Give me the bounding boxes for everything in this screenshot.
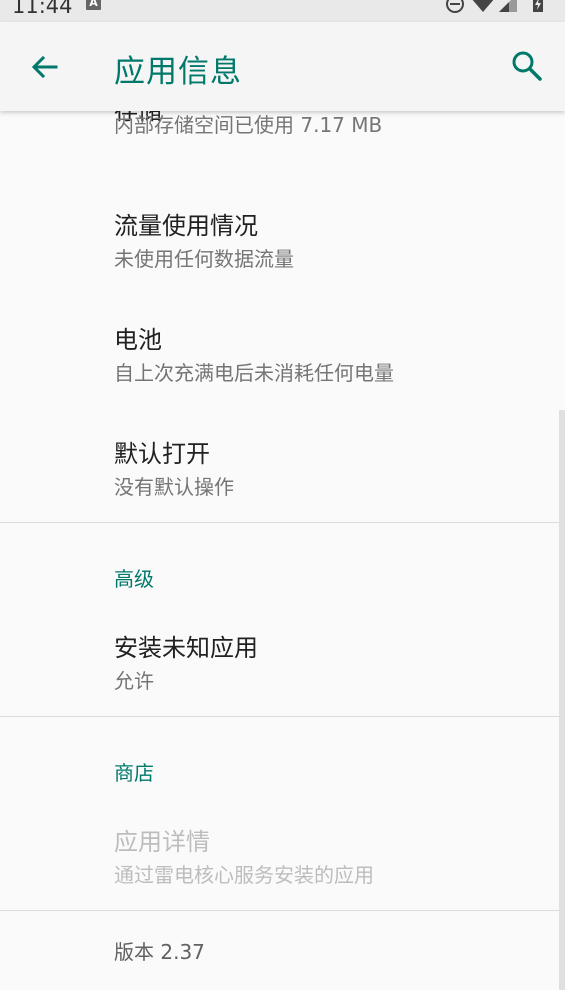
list-item-battery[interactable]: 电池 自上次充满电后未消耗任何电量 [0, 295, 565, 409]
list-item-app-details: 应用详情 通过雷电核心服务安装的应用 [0, 797, 565, 910]
item-subtitle: 内部存储空间已使用 7.17 MB [114, 113, 383, 137]
scrollbar[interactable] [559, 410, 565, 990]
app-bar: 应用信息 [0, 22, 565, 111]
list-item-open-by-default[interactable]: 默认打开 没有默认操作 [0, 409, 565, 523]
item-subtitle: 没有默认操作 [114, 475, 234, 499]
settings-list: 存储 内部存储空间已使用 7.17 MB 流量使用情况 未使用任何数据流量 电池… [0, 111, 565, 990]
list-item-storage[interactable]: 存储 内部存储空间已使用 7.17 MB [0, 111, 565, 161]
list-item-install-unknown-apps[interactable]: 安装未知应用 允许 [0, 603, 565, 716]
notification-a-icon: A [86, 0, 101, 10]
back-arrow-icon[interactable] [26, 50, 62, 86]
status-bar: 11:44 A [0, 0, 565, 22]
status-time: 11:44 [12, 0, 73, 18]
item-subtitle: 未使用任何数据流量 [114, 247, 294, 271]
search-icon[interactable] [509, 48, 545, 84]
list-item-data-usage[interactable]: 流量使用情况 未使用任何数据流量 [0, 181, 565, 295]
version-text: 版本 2.37 [114, 940, 205, 964]
item-title: 电池 [114, 326, 162, 354]
item-subtitle: 通过雷电核心服务安装的应用 [114, 863, 374, 887]
wifi-icon [472, 0, 494, 12]
version-row: 版本 2.37 [0, 911, 565, 990]
page-title: 应用信息 [114, 54, 242, 90]
cell-signal-icon [499, 0, 517, 12]
item-title: 安装未知应用 [114, 634, 258, 662]
item-title: 应用详情 [114, 828, 210, 856]
item-title: 默认打开 [114, 440, 210, 468]
divider [0, 716, 565, 717]
do-not-disturb-icon [446, 0, 464, 13]
battery-charging-icon [533, 0, 543, 12]
section-header-store: 商店 [114, 761, 154, 785]
divider [0, 522, 565, 523]
section-header-advanced: 高级 [114, 567, 154, 591]
item-subtitle: 允许 [114, 669, 154, 693]
item-subtitle: 自上次充满电后未消耗任何电量 [114, 361, 394, 385]
item-title: 流量使用情况 [114, 212, 258, 240]
